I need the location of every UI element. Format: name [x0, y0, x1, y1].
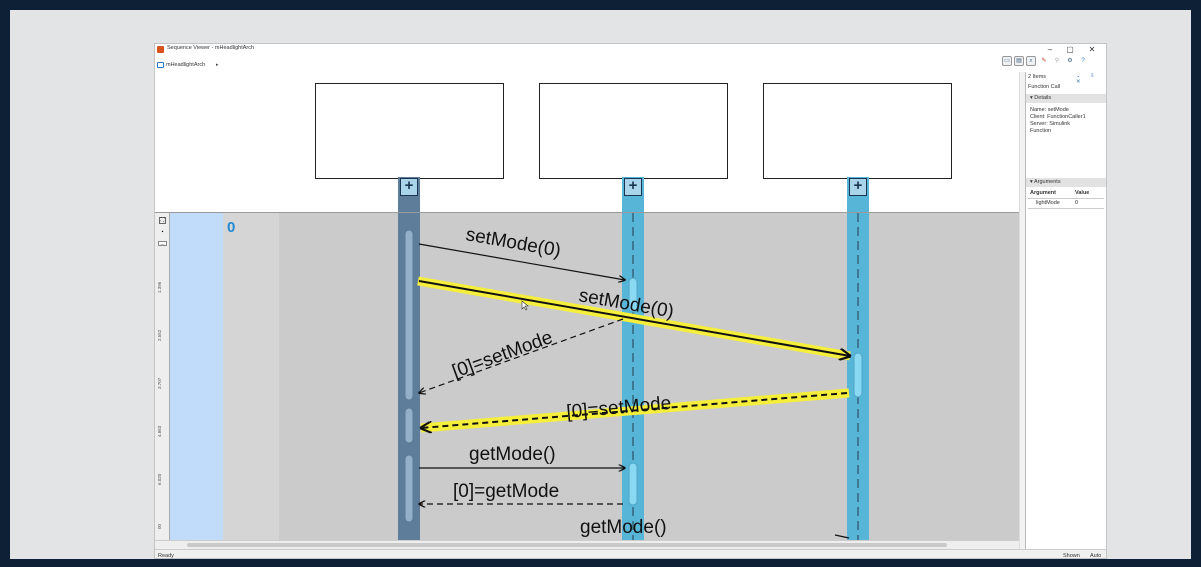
fit-view-icon[interactable]: ▭	[1002, 56, 1012, 66]
fit-time-icon[interactable]: ⛶	[159, 217, 166, 224]
help-icon[interactable]: ?	[1078, 56, 1088, 66]
close-button[interactable]: ✕	[1085, 44, 1099, 55]
title-bar: Sequence Viewer - mHeadlightArch – ▢ ✕	[155, 44, 1106, 56]
ruler-tick-label: 2.552	[157, 329, 162, 341]
palette-icon[interactable]: ✎	[1039, 56, 1049, 66]
breadcrumb-arrow-icon[interactable]: ▸	[216, 62, 219, 68]
items-count: 2 Items	[1028, 74, 1047, 80]
sequence-diagram: setMode(0) setMode(0) [0]=setMode [0]=se…	[398, 213, 869, 540]
message-label[interactable]: [0]=setMode	[566, 393, 673, 423]
detail-line: Server: Simulink	[1030, 121, 1071, 127]
screen-frame: Sequence Viewer - mHeadlightArch – ▢ ✕ m…	[10, 10, 1191, 559]
message-label[interactable]: setMode(0)	[464, 224, 562, 261]
auto-toggle[interactable]: Auto	[1090, 553, 1101, 558]
detail-line: Name: setMode	[1030, 107, 1069, 113]
message-arrow[interactable]	[834, 534, 850, 539]
ruler-tick-label: 4.863	[157, 425, 162, 437]
horizontal-scrollbar[interactable]	[155, 540, 1019, 549]
detail-line: Client: FunctionCaller1	[1030, 114, 1086, 120]
ruler-tick-label: 3.707	[157, 377, 162, 389]
lifeline-box-3[interactable]	[763, 83, 952, 179]
detail-line: Function	[1030, 128, 1052, 134]
zoom-icon[interactable]: ⌕	[1026, 56, 1036, 66]
sequence-timeline: 0 setMode(0) setMode(0) [0]=setMode [0]=…	[155, 213, 1019, 540]
status-text: Ready	[158, 553, 174, 559]
message-label[interactable]: getMode()	[580, 517, 667, 538]
layout-icon[interactable]: ▤	[1014, 56, 1024, 66]
ruler-tick-label: 00	[157, 523, 162, 529]
time-ruler: ⛶ ▪ — 1.396 2.552 3.707 4.863 6.020 00	[155, 213, 170, 540]
ruler-handle-top[interactable]: —	[158, 241, 167, 246]
scrollbar-thumb[interactable]	[187, 543, 947, 547]
value-column-header: Value	[1075, 190, 1090, 196]
argument-name-cell: lightMode	[1036, 200, 1060, 206]
activation-bar[interactable]	[404, 407, 414, 444]
sequence-viewer-window: Sequence Viewer - mHeadlightArch – ▢ ✕ m…	[154, 43, 1107, 559]
zoom-out-icon[interactable]: ▪	[159, 230, 166, 237]
details-section-header[interactable]: ▾ Details	[1026, 94, 1106, 103]
message-label[interactable]: [0]=getMode	[453, 481, 559, 502]
property-inspector: 2 Items ⌄ ⇩ ✕ Function Call ▾ Details Na…	[1025, 72, 1106, 549]
ruler-tick-label: 6.020	[157, 473, 162, 485]
expand-plus-icon[interactable]: +	[400, 178, 418, 196]
message-label[interactable]: [0]=setMode	[450, 327, 556, 383]
settings-icon[interactable]: ⚙	[1065, 56, 1075, 66]
message-label[interactable]: getMode()	[469, 444, 556, 465]
table-divider	[1028, 208, 1104, 209]
lifeline-box-2[interactable]	[539, 83, 728, 179]
argument-column-header: Argument	[1030, 190, 1056, 196]
minimize-button[interactable]: –	[1043, 44, 1057, 55]
table-divider	[1028, 198, 1104, 199]
matlab-logo-icon	[157, 46, 164, 53]
activation-bar[interactable]	[404, 229, 414, 401]
activation-bar[interactable]	[628, 462, 638, 506]
ruler-tick-label: 1.396	[157, 281, 162, 293]
activation-bar[interactable]	[404, 454, 414, 523]
status-bar: Ready Shown Auto	[155, 549, 1106, 559]
lifeline-header-area: + + +	[155, 72, 1019, 213]
expand-plus-icon[interactable]: +	[624, 178, 642, 196]
lifeline-box-1[interactable]	[315, 83, 504, 179]
breadcrumb-model[interactable]: mHeadlightArch	[166, 62, 205, 68]
item-kind: Function Call	[1028, 84, 1061, 90]
restore-button[interactable]: ▢	[1063, 44, 1077, 55]
arguments-section-header[interactable]: ▾ Arguments	[1026, 178, 1106, 187]
shown-toggle[interactable]: Shown	[1063, 553, 1080, 558]
activation-bar[interactable]	[853, 352, 863, 398]
argument-value-cell: 0	[1075, 200, 1079, 206]
expand-plus-icon[interactable]: +	[849, 178, 867, 196]
window-title: Sequence Viewer - mHeadlightArch	[167, 45, 255, 51]
filter-icon[interactable]: ⚲	[1052, 56, 1062, 66]
model-icon	[157, 62, 164, 68]
